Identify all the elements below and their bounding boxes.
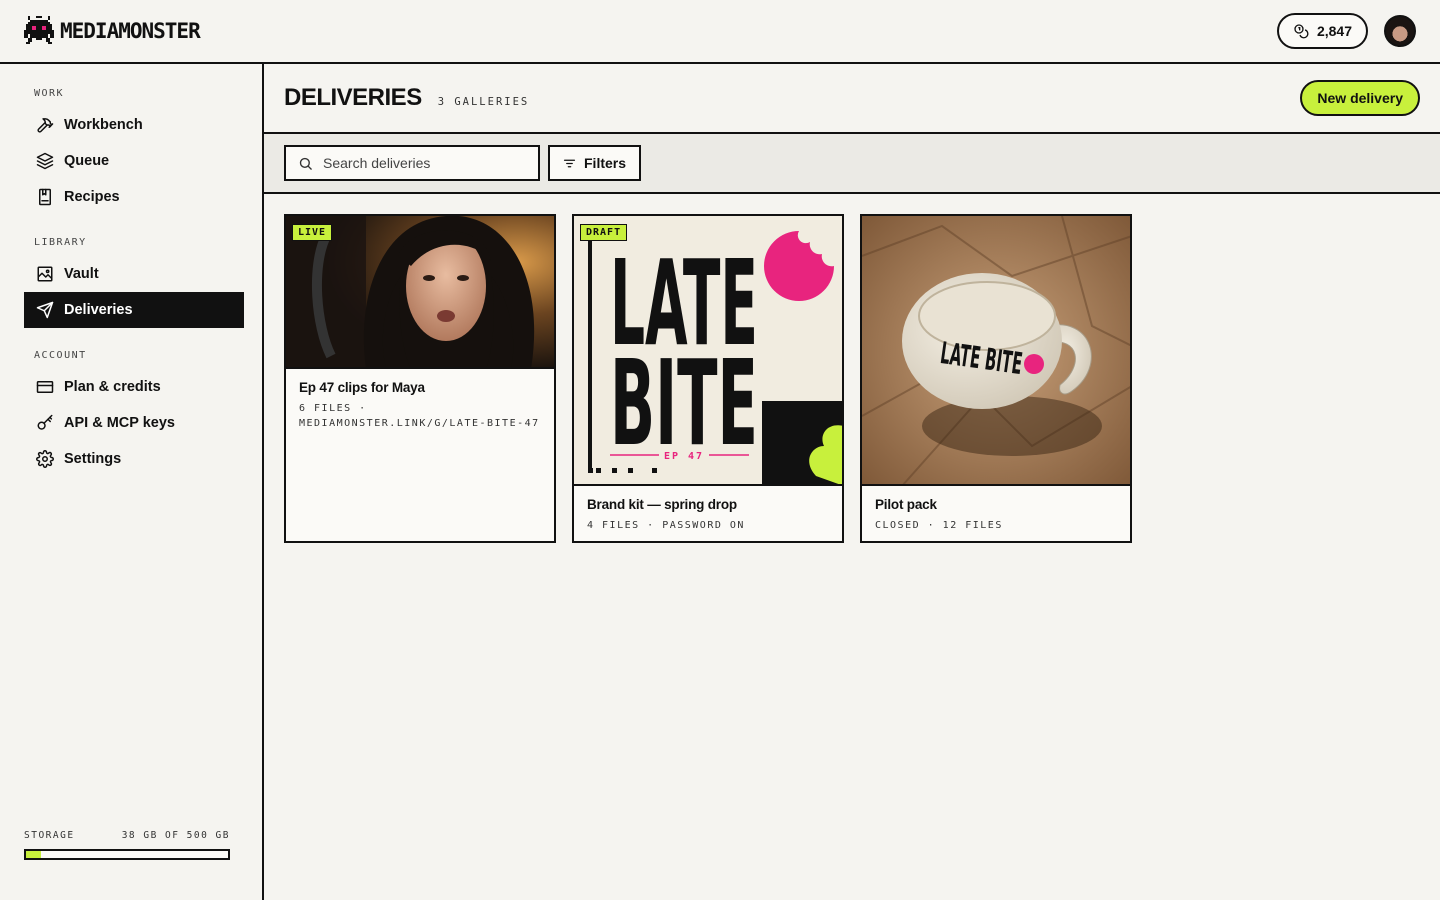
card-meta: CLOSED · 12 FILES	[875, 520, 1003, 531]
status-badge: LIVE	[292, 224, 333, 241]
sidebar-item-label: Settings	[64, 451, 122, 467]
card-title: Pilot pack	[875, 497, 937, 512]
delivery-grid: LIVE Ep 47 clips for Maya 6 FILES · MEDI…	[264, 194, 1440, 563]
search-box[interactable]	[284, 145, 540, 181]
brand[interactable]: MEDIAMONSTER	[24, 16, 201, 46]
new-delivery-button[interactable]: New delivery	[1300, 80, 1420, 116]
top-bar: MEDIAMONSTER 2,847	[0, 0, 1440, 64]
layers-icon	[36, 152, 54, 170]
sidebar-item-plan-credits[interactable]: Plan & credits	[24, 369, 244, 405]
storage-value: 38 GB OF 500 GB	[121, 830, 230, 841]
mug-image: LATE BITE	[862, 216, 1130, 484]
book-icon	[39, 188, 51, 206]
pixel-monster-icon	[24, 16, 54, 44]
coins-icon	[1294, 24, 1309, 39]
nav-section-title: LIBRARY	[34, 237, 87, 248]
hammer-icon	[37, 118, 54, 133]
sidebar-item-label: API & MCP keys	[64, 415, 175, 431]
card-thumbnail: LATE BITE EP 47 DRAFT	[574, 216, 842, 486]
sidebar-item-settings[interactable]: Settings	[24, 441, 244, 477]
avatar[interactable]	[1384, 15, 1416, 47]
sidebar-item-vault[interactable]: Vault	[24, 256, 244, 292]
card-meta: 6 FILES ·	[299, 403, 367, 414]
sidebar-item-queue[interactable]: Queue	[24, 143, 244, 179]
page-title: DELIVERIES	[284, 84, 422, 111]
nav-section-account: ACCOUNT Plan & credits API & MCP keys Se…	[24, 350, 244, 477]
filters-button[interactable]: Filters	[548, 145, 642, 181]
sidebar-item-api-keys[interactable]: API & MCP keys	[24, 405, 244, 441]
sidebar-item-workbench[interactable]: Workbench	[24, 107, 244, 143]
search-icon	[299, 157, 312, 170]
card-thumbnail: LIVE	[286, 216, 554, 369]
card-meta: 4 FILES · PASSWORD ON	[587, 520, 745, 531]
nav-section-library: LIBRARY Vault Deliveries	[24, 237, 244, 328]
storage-bar-fill	[26, 851, 42, 858]
sidebar: WORK Workbench Queue Recipes LIBRARY Vau…	[0, 64, 264, 900]
key-icon	[37, 414, 53, 430]
filter-icon	[563, 159, 576, 167]
nav-section-title: ACCOUNT	[34, 350, 87, 361]
search-input[interactable]	[323, 155, 523, 171]
sidebar-item-deliveries[interactable]: Deliveries	[24, 292, 244, 328]
credits-button[interactable]: 2,847	[1276, 13, 1368, 49]
filters-label: Filters	[584, 155, 627, 171]
storage-meter: STORAGE 38 GB OF 500 GB	[24, 830, 230, 860]
delivery-card[interactable]: LATE BITE EP 47 DRAFT Brand kit — spring…	[572, 214, 844, 543]
top-right-controls: 2,847	[1276, 13, 1416, 49]
poster-episode: EP 47	[664, 451, 704, 462]
brand-name: MEDIAMONSTER	[60, 19, 201, 43]
sidebar-item-label: Queue	[64, 153, 110, 169]
card-thumbnail: LATE BITE	[862, 216, 1130, 486]
sidebar-item-recipes[interactable]: Recipes	[24, 179, 244, 215]
sidebar-item-label: Recipes	[64, 189, 120, 205]
sidebar-item-label: Workbench	[64, 117, 143, 133]
sidebar-item-label: Plan & credits	[64, 379, 161, 395]
page-header: DELIVERIES 3 GALLERIES New delivery	[264, 64, 1440, 134]
nav-section-work: WORK Workbench Queue Recipes	[24, 88, 244, 215]
card-icon	[36, 381, 54, 393]
send-icon	[36, 301, 54, 319]
status-badge: DRAFT	[580, 224, 628, 241]
card-title: Brand kit — spring drop	[587, 497, 737, 512]
credits-count: 2,847	[1316, 23, 1352, 39]
storage-bar	[24, 849, 230, 860]
delivery-card[interactable]: LIVE Ep 47 clips for Maya 6 FILES · MEDI…	[284, 214, 556, 543]
card-link[interactable]: MEDIAMONSTER.LINK/G/LATE-BITE-47	[299, 416, 541, 431]
delivery-card[interactable]: LATE BITE Pilot pack CLOSED · 12 FILES	[860, 214, 1132, 543]
toolbar: Filters	[264, 134, 1440, 194]
sidebar-item-label: Vault	[64, 266, 99, 282]
sidebar-item-label: Deliveries	[64, 302, 133, 318]
image-icon	[37, 266, 53, 282]
poster-image: LATE BITE EP 47	[574, 216, 842, 484]
storage-label: STORAGE	[24, 830, 75, 841]
nav-section-title: WORK	[34, 88, 65, 99]
gear-icon	[36, 450, 54, 468]
card-title: Ep 47 clips for Maya	[299, 380, 425, 395]
gallery-count: 3 GALLERIES	[437, 96, 530, 108]
main-content: DELIVERIES 3 GALLERIES New delivery Filt…	[264, 64, 1440, 900]
